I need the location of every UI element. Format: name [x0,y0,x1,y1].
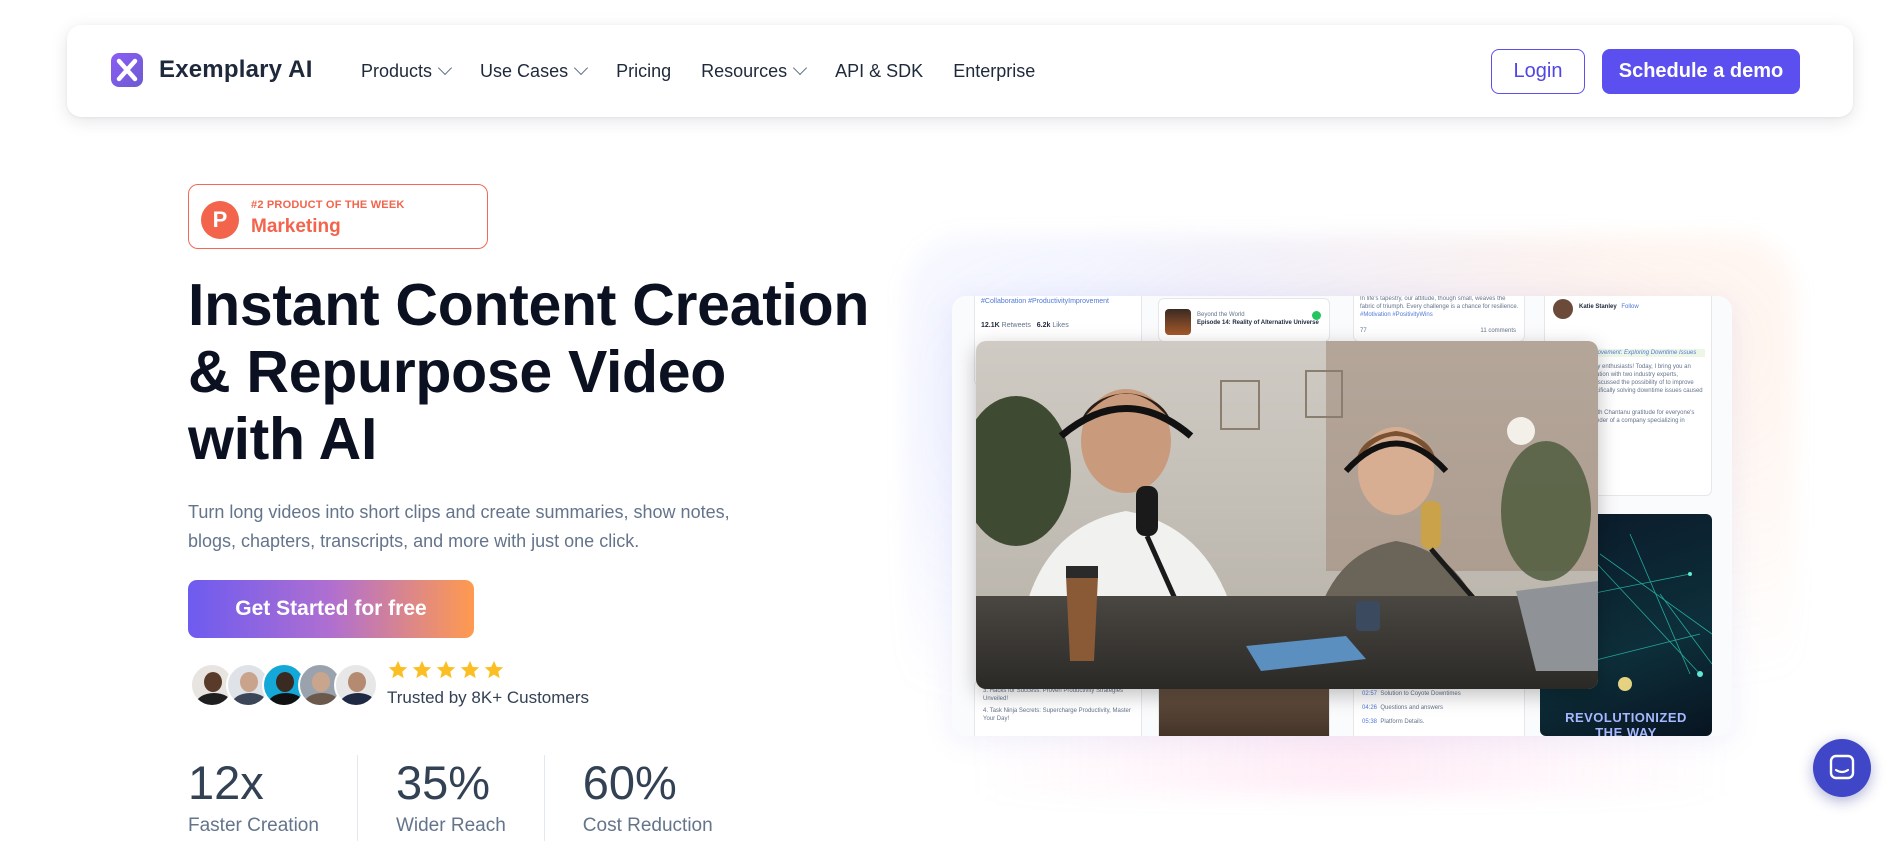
login-button[interactable]: Login [1491,49,1585,94]
get-started-button[interactable]: Get Started for free [188,580,474,638]
chevron-down-icon [574,60,589,76]
product-collage: #Collaboration #ProductivityImprovement … [952,296,1732,736]
menu-item-label: Products [361,60,433,81]
menu-item-enterprise[interactable]: Enterprise [953,61,1035,82]
stat-value: 60% [582,756,677,809]
subtext-line: Turn long videos into short clips and cr… [188,502,730,522]
menu-item-label: Resources [701,60,788,81]
post-text: In life's tapestry, our attitude, though… [1360,296,1519,310]
avatar [334,663,378,707]
podcast-episode: Episode 14: Reality of Alternative Unive… [1197,320,1319,326]
stat-value: 35% [395,756,491,809]
podcast-video[interactable] [976,341,1598,689]
stat-item: 35% Wider Reach [396,755,545,841]
menu-item-products[interactable]: Products [361,60,453,82]
logo-mark-icon [111,53,143,87]
promo-line: REVOLUTIONIZED [1565,710,1687,725]
podcast-card: Beyond the World Episode 14: Reality of … [1158,298,1330,342]
chapter-row: 02:57 Solution to Coyote Downtimes [1362,691,1461,697]
product-hunt-icon: P [201,201,239,239]
menu-item-label: Pricing [616,60,672,81]
list-item: 3. Hacks for Success: Proven Productivit… [983,688,1124,702]
brand-logo[interactable]: Exemplary AI [111,53,313,87]
follow-link[interactable]: Follow [1621,304,1638,310]
hero-subtext: Turn long videos into short clips and cr… [188,498,788,556]
promo-line: THE WAY [1595,725,1657,736]
like-label: Likes [1052,322,1069,329]
headline-line: Instant Content Creation [188,272,870,338]
star-icon [388,660,408,679]
headline-line: with AI [188,406,378,472]
star-icon [436,660,456,679]
star-icon [484,660,504,679]
menu-item-pricing[interactable]: Pricing [616,61,671,82]
chapter-row: 05:38 Platform Details. [1362,719,1425,725]
menu-item-label: API & SDK [835,60,924,81]
stats-row: 12x Faster Creation 35% Wider Reach 60% … [188,755,789,841]
author-name: Katie Stanley [1579,304,1617,310]
stat-item: 60% Cost Reduction [583,755,751,841]
play-icon [1312,311,1321,320]
retweet-label: Retweets [1001,322,1031,329]
menu-item-api-sdk[interactable]: API & SDK [835,61,923,82]
chevron-down-icon [793,60,808,76]
stat-item: 12x Faster Creation [188,755,358,841]
chapter-row: 04:26 Questions and answers [1362,705,1444,711]
comment-count: 11 comments [1480,328,1516,334]
stat-label: Cost Reduction [582,815,713,836]
badge-caption: #2 PRODUCT OF THE WEEK [251,199,405,211]
reaction-count: 77 [1360,328,1367,334]
star-icon [412,660,432,679]
author-avatar [1553,299,1573,319]
post-hashtags: #Motivation #PositivityWins [1360,312,1433,318]
post-card: In life's tapestry, our attitude, though… [1353,296,1525,342]
like-count: 6.2k [1036,322,1051,329]
brand-name: Exemplary AI [159,56,313,83]
headline-line: & Repurpose Video [188,339,727,405]
podcast-show: Beyond the World [1197,312,1245,318]
retweet-count: 12.1K [981,322,1000,329]
promo-text: REVOLUTIONIZED THE WAY [1540,710,1712,736]
customer-avatars [190,663,378,709]
menu-item-use-cases[interactable]: Use Cases [480,60,589,82]
top-navbar: Exemplary AI Products Use Cases Pricing … [67,25,1853,117]
stat-label: Faster Creation [188,815,319,836]
podcast-thumbnail [1165,309,1191,335]
list-item: 4. Task Ninja Secrets: Supercharge Produ… [983,708,1131,722]
rating-stars [387,659,505,681]
badge-category: Marketing [251,216,341,237]
star-icon [460,660,480,679]
chevron-down-icon [437,60,453,76]
tweet-hashtags: #Collaboration #ProductivityImprovement [981,298,1110,305]
hero-headline: Instant Content Creation & Repurpose Vid… [188,272,888,473]
product-hunt-badge[interactable]: P #2 PRODUCT OF THE WEEK Marketing [188,184,488,249]
menu-item-label: Use Cases [480,60,569,81]
chat-icon [1829,754,1855,780]
schedule-demo-button[interactable]: Schedule a demo [1602,49,1800,94]
stat-value: 12x [188,756,264,809]
menu-item-label: Enterprise [953,60,1036,81]
trusted-text: Trusted by 8K+ Customers [387,688,590,707]
stat-label: Wider Reach [395,815,506,836]
podcast-scene-image [976,341,1598,689]
main-menu: Products Use Cases Pricing Resources API… [361,25,1035,117]
chat-launcher-button[interactable] [1813,739,1871,797]
menu-item-resources[interactable]: Resources [701,60,808,82]
subtext-line: blogs, chapters, transcripts, and more w… [188,531,640,551]
